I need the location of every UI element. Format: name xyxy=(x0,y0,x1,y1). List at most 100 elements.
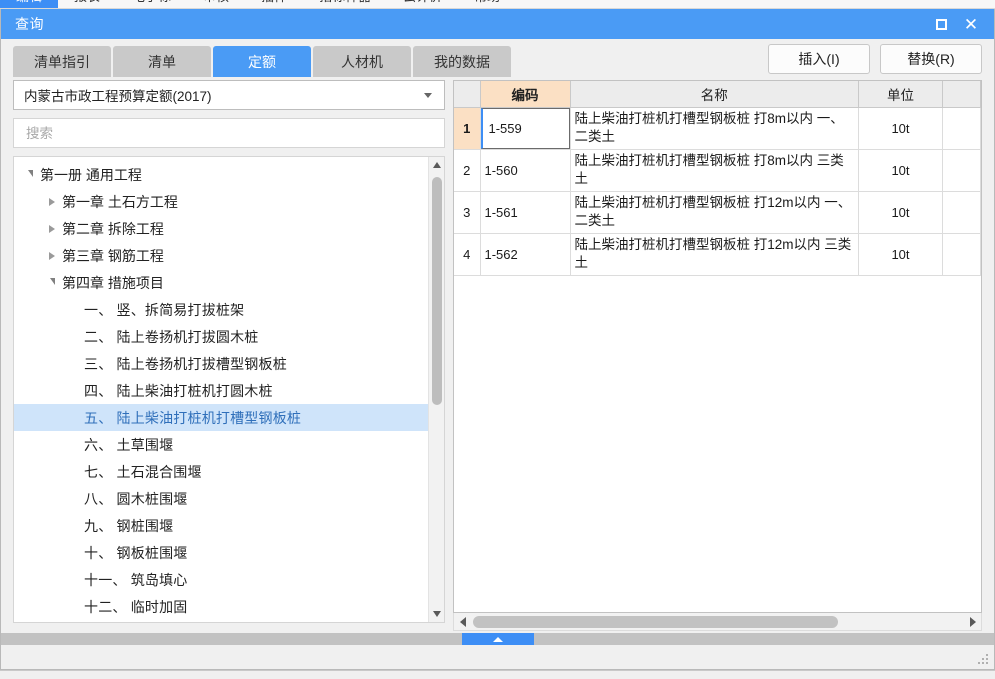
grid-header-name[interactable]: 名称 xyxy=(570,81,859,108)
tab-2[interactable]: 定额 xyxy=(213,46,311,77)
grid-header-rownum[interactable] xyxy=(454,81,481,108)
cell-name[interactable]: 陆上柴油打桩机打槽型钢板桩 打8m以内 一、二类土 xyxy=(570,107,859,150)
table-row[interactable]: 2 1-560 陆上柴油打桩机打槽型钢板桩 打8m以内 三类土 10t xyxy=(454,149,981,192)
tree-vertical-scrollbar[interactable] xyxy=(428,157,444,622)
grid-scroll-track[interactable] xyxy=(471,613,964,631)
table-row[interactable]: 1 1-559 陆上柴油打桩机打槽型钢板桩 打8m以内 一、二类土 10t xyxy=(454,107,981,150)
search-box[interactable] xyxy=(13,118,445,148)
app-menu-item-2[interactable]: 电子标 xyxy=(116,0,187,8)
scroll-left-arrow-icon[interactable] xyxy=(454,616,471,627)
tree-item-3[interactable]: 第三章 钢筋工程 xyxy=(14,242,428,269)
table-row[interactable]: 4 1-562 陆上柴油打桩机打槽型钢板桩 打12m以内 三类土 10t xyxy=(454,233,981,276)
tree-item-7[interactable]: 三、 陆上卷扬机打拔槽型钢板桩 xyxy=(14,350,428,377)
cell-tail[interactable] xyxy=(942,233,981,276)
table-row[interactable]: 3 1-561 陆上柴油打桩机打槽型钢板桩 打12m以内 一、二类土 10t xyxy=(454,191,981,234)
tree-item-2[interactable]: 第二章 拆除工程 xyxy=(14,215,428,242)
app-menu-items: 编辑报表电子标审核插件指标神器云计价帮助 xyxy=(0,0,516,8)
tree-expanded-triangle-icon[interactable] xyxy=(44,279,60,286)
cell-unit[interactable]: 10t xyxy=(858,233,943,276)
category-tree[interactable]: 第一册 通用工程 第一章 土石方工程 第二章 拆除工程 第三章 钢筋工程 第四章 措施项… xyxy=(14,157,428,622)
tree-item-11[interactable]: 七、 土石混合围堰 xyxy=(14,458,428,485)
scroll-right-arrow-icon[interactable] xyxy=(964,616,981,627)
tab-4[interactable]: 我的数据 xyxy=(413,46,511,77)
tree-item-label: 十一、 筑岛填心 xyxy=(84,571,188,588)
cell-tail[interactable] xyxy=(942,149,981,192)
tab-strip: 清单指引 清单 定额 人材机 我的数据 插入(I) 替换(R) xyxy=(1,39,994,77)
tree-item-9[interactable]: 五、 陆上柴油打桩机打槽型钢板桩 xyxy=(14,404,428,431)
library-select-value: 内蒙古市政工程预算定额(2017) xyxy=(24,89,212,104)
cell-unit[interactable]: 10t xyxy=(858,149,943,192)
grid-header-unit[interactable]: 单位 xyxy=(858,81,943,108)
cell-name[interactable]: 陆上柴油打桩机打槽型钢板桩 打12m以内 一、二类土 xyxy=(570,191,859,234)
result-grid-header-row: 编码 名称 单位 xyxy=(454,81,981,108)
tree-item-15[interactable]: 十一、 筑岛填心 xyxy=(14,566,428,593)
tree-item-5[interactable]: 一、 竖、拆简易打拔桩架 xyxy=(14,296,428,323)
cell-name[interactable]: 陆上柴油打桩机打槽型钢板桩 打12m以内 三类土 xyxy=(570,233,859,276)
result-grid: 编码 名称 单位 1 1-559 陆上柴油打桩机打槽型钢板桩 打8m以内 一、二类土 10… xyxy=(454,81,981,276)
scroll-down-arrow-icon[interactable] xyxy=(429,606,445,622)
query-dialog: 查询 ✕ 清单指引 清单 定额 人材机 我的数据 插入(I) 替换(R) 内蒙古市政工程… xyxy=(0,9,995,670)
app-menu-item-7[interactable]: 帮助 xyxy=(458,0,516,8)
tree-item-0[interactable]: 第一册 通用工程 xyxy=(14,161,428,188)
replace-button[interactable]: 替换(R) xyxy=(880,44,982,74)
tree-item-10[interactable]: 六、 土草围堰 xyxy=(14,431,428,458)
tree-collapsed-triangle-icon[interactable] xyxy=(44,198,60,206)
cell-tail[interactable] xyxy=(942,107,981,150)
app-menu-item-4[interactable]: 插件 xyxy=(245,0,303,8)
tree-item-17[interactable]: 十三、 便桥搭拆 xyxy=(14,620,428,622)
grid-header-tail[interactable] xyxy=(942,81,981,108)
tree-item-14[interactable]: 十、 钢板桩围堰 xyxy=(14,539,428,566)
tree-collapsed-triangle-icon[interactable] xyxy=(44,252,60,260)
app-menu-item-0[interactable]: 编辑 xyxy=(0,0,59,8)
collapse-up-icon[interactable] xyxy=(461,633,534,645)
cell-name[interactable]: 陆上柴油打桩机打槽型钢板桩 打8m以内 三类土 xyxy=(570,149,859,192)
tree-item-1[interactable]: 第一章 土石方工程 xyxy=(14,188,428,215)
dialog-body: 内蒙古市政工程预算定额(2017) 第一册 通用工程第一章 土石方工程第二章 拆… xyxy=(1,77,994,631)
tree-item-8[interactable]: 四、 陆上柴油打桩机打圆木桩 xyxy=(14,377,428,404)
category-tree-panel: 第一册 通用工程 第一章 土石方工程 第二章 拆除工程 第三章 钢筋工程 第四章 措施项… xyxy=(13,156,445,623)
cell-code[interactable]: 1-559 xyxy=(480,107,571,150)
maximize-icon[interactable] xyxy=(926,11,956,37)
tree-item-4[interactable]: 第四章 措施项目 xyxy=(14,269,428,296)
app-menu-item-6[interactable]: 云计价 xyxy=(387,0,458,8)
grid-header-code[interactable]: 编码 xyxy=(480,81,571,108)
app-menu-item-5[interactable]: 指标神器 xyxy=(303,0,387,8)
tree-item-16[interactable]: 十二、 临时加固 xyxy=(14,593,428,620)
tab-0[interactable]: 清单指引 xyxy=(13,46,111,77)
tab-3[interactable]: 人材机 xyxy=(313,46,411,77)
cell-tail[interactable] xyxy=(942,191,981,234)
close-icon[interactable]: ✕ xyxy=(956,11,986,37)
result-grid-body: 1 1-559 陆上柴油打桩机打槽型钢板桩 打8m以内 一、二类土 10t 2 1-560… xyxy=(454,107,981,276)
cell-unit[interactable]: 10t xyxy=(858,107,943,150)
tree-scroll-track[interactable] xyxy=(429,173,445,606)
app-menu-item-3[interactable]: 审核 xyxy=(187,0,245,8)
cell-code[interactable]: 1-560 xyxy=(480,149,571,192)
chevron-down-icon xyxy=(424,92,432,98)
library-select[interactable]: 内蒙古市政工程预算定额(2017) xyxy=(13,80,445,110)
collapse-splitter-bar[interactable] xyxy=(1,633,994,645)
tree-collapsed-triangle-icon[interactable] xyxy=(44,225,60,233)
tree-item-6[interactable]: 二、 陆上卷扬机打拔圆木桩 xyxy=(14,323,428,350)
maximize-square-glyph xyxy=(935,18,947,30)
cell-editor-active[interactable]: 1-559 xyxy=(480,107,570,149)
cell-code[interactable]: 1-561 xyxy=(480,191,571,234)
tree-item-label: 二、 陆上卷扬机打拔圆木桩 xyxy=(84,328,259,345)
search-input[interactable] xyxy=(24,119,434,147)
cell-unit[interactable]: 10t xyxy=(858,191,943,234)
tab-list: 清单指引 清单 定额 人材机 我的数据 xyxy=(13,46,511,77)
action-button-group: 插入(I) 替换(R) xyxy=(768,44,982,77)
tab-1[interactable]: 清单 xyxy=(113,46,211,77)
tree-expanded-triangle-icon[interactable] xyxy=(22,171,38,178)
tree-item-label: 四、 陆上柴油打桩机打圆木桩 xyxy=(84,382,273,399)
app-menu-item-1[interactable]: 报表 xyxy=(58,0,116,8)
scroll-up-arrow-icon[interactable] xyxy=(429,157,445,173)
grid-horizontal-scrollbar[interactable] xyxy=(453,613,982,631)
cell-code[interactable]: 1-562 xyxy=(480,233,571,276)
tree-scroll-thumb[interactable] xyxy=(431,177,442,405)
tree-item-12[interactable]: 八、 圆木桩围堰 xyxy=(14,485,428,512)
resize-grip[interactable] xyxy=(978,654,990,666)
insert-button[interactable]: 插入(I) xyxy=(768,44,870,74)
grid-scroll-thumb[interactable] xyxy=(473,615,838,628)
tree-item-13[interactable]: 九、 钢桩围堰 xyxy=(14,512,428,539)
result-grid-header: 编码 名称 单位 xyxy=(454,81,981,108)
